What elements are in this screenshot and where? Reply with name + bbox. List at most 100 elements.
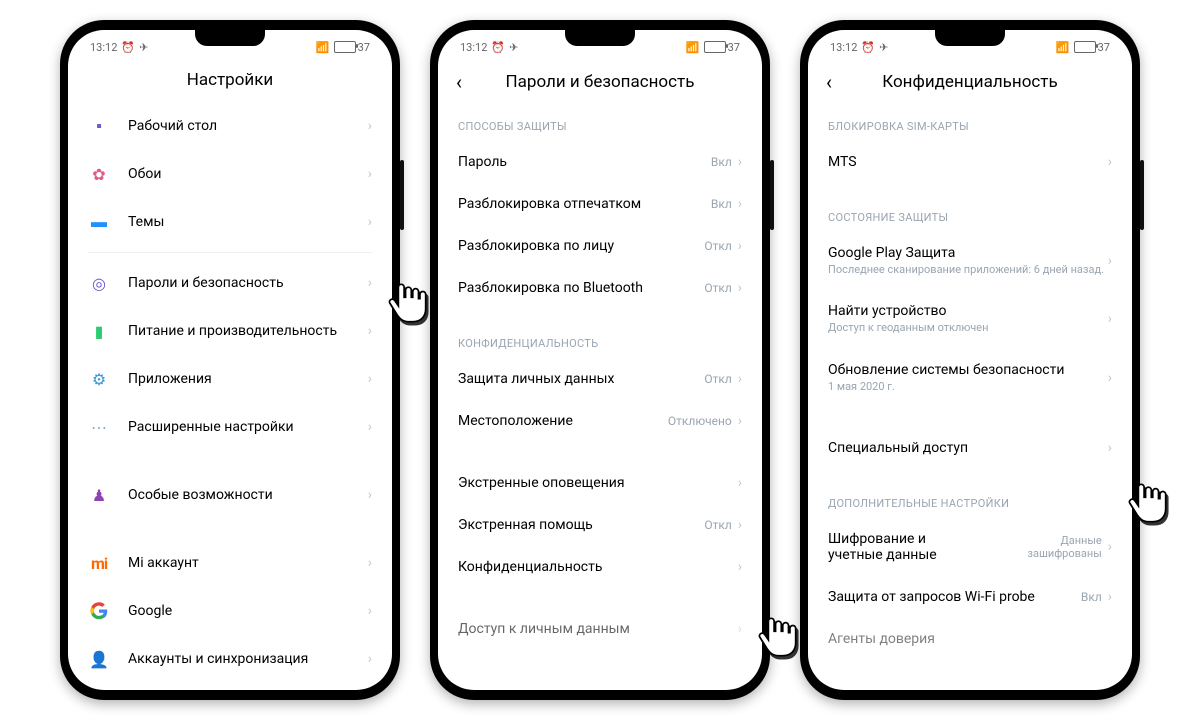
row-label: Конфиденциальность [458, 559, 738, 575]
alarm-icon: ⏰ [121, 41, 135, 54]
row-label: Защита личных данных [458, 371, 704, 387]
row-emergency-help[interactable]: Экстренная помощь Откл › [438, 504, 762, 546]
privacy-list: БЛОКИРОВКА SIM-КАРТЫ MTS › СОСТОЯНИЕ ЗАЩ… [808, 106, 1132, 686]
row-advanced[interactable]: ⋯ Расширенные настройки › [68, 403, 392, 451]
row-special-access[interactable]: Специальный доступ › [808, 427, 1132, 469]
phone-3: 13:12 ⏰ ✈ 📶 37 ‹ Конфиденциальность БЛОК… [800, 20, 1140, 700]
row-emergency-alerts[interactable]: Экстренные оповещения › [438, 462, 762, 504]
row-wallpaper[interactable]: ✿ Обои › [68, 150, 392, 198]
row-value: Вкл [1081, 590, 1102, 604]
row-sync[interactable]: 👤 Аккаунты и синхронизация › [68, 635, 392, 682]
chevron-right-icon: › [738, 475, 742, 491]
chevron-right-icon: › [368, 214, 372, 230]
row-value: зашифрованы [1027, 547, 1101, 560]
page-title: Конфиденциальность [846, 72, 1094, 92]
chevron-right-icon: › [738, 371, 742, 387]
telegram-icon: ✈ [139, 41, 148, 54]
chevron-right-icon: › [368, 603, 372, 619]
row-label: Питание и производительность [128, 323, 368, 339]
row-label: Защита от запросов Wi-Fi probe [828, 589, 1081, 605]
security-list: СПОСОБЫ ЗАЩИТЫ Пароль Вкл › Разблокировк… [438, 106, 762, 686]
section-header: КОНФИДЕНЦИАЛЬНОСТЬ [438, 309, 762, 358]
row-mts[interactable]: MTS › [808, 141, 1132, 183]
chevron-right-icon: › [368, 166, 372, 182]
row-security[interactable]: ◎ Пароли и безопасность › [68, 259, 392, 307]
row-label: Аккаунты и синхронизация [128, 651, 368, 667]
row-label: Google Play Защита [828, 245, 1108, 261]
row-battery[interactable]: ▮ Питание и производительность › [68, 307, 392, 355]
header: ‹ Пароли и безопасность [438, 58, 762, 106]
telegram-icon: ✈ [509, 41, 518, 54]
header: Настройки [68, 58, 392, 102]
dots-icon: ⋯ [88, 416, 110, 438]
row-label: Google [128, 603, 368, 619]
phone-2: 13:12 ⏰ ✈ 📶 37 ‹ Пароли и безопасность С… [430, 20, 770, 700]
row-themes[interactable]: ▬ Темы › [68, 198, 392, 246]
row-label: Пароли и безопасность [128, 275, 368, 291]
back-button[interactable]: ‹ [826, 70, 846, 94]
row-label: Разблокировка по лицу [458, 238, 704, 254]
row-face[interactable]: Разблокировка по лицу Откл › [438, 225, 762, 267]
section-header: СОСТОЯНИЕ ЗАЩИТЫ [808, 183, 1132, 232]
screen-1: 13:12 ⏰ ✈ 📶 37 Настройки ▪ Рабочий стол … [68, 30, 392, 690]
chevron-right-icon: › [738, 238, 742, 254]
row-label: Шифрование и [828, 531, 1027, 547]
row-home[interactable]: ▪ Рабочий стол › [68, 102, 392, 150]
row-google[interactable]: Google › [68, 587, 392, 635]
row-password[interactable]: Пароль Вкл › [438, 141, 762, 183]
section-header: СПОСОБЫ ЗАЩИТЫ [438, 106, 762, 141]
row-security-update[interactable]: Обновление системы безопасности 1 мая 20… [808, 349, 1132, 407]
row-label: Рабочий стол [128, 118, 368, 134]
mi-icon: mi [88, 552, 110, 574]
row-label: Доступ к личным данным [458, 621, 738, 637]
row-find-device[interactable]: Найти устройство Доступ к геоданным откл… [808, 290, 1132, 348]
section-header: БЛОКИРОВКА SIM-КАРТЫ [808, 106, 1132, 141]
status-time: 13:12 [90, 41, 117, 54]
row-label: Разблокировка отпечатком [458, 196, 711, 212]
page-title: Пароли и безопасность [476, 72, 724, 92]
back-button[interactable]: ‹ [456, 70, 476, 94]
row-encryption[interactable]: Шифрование и учетные данные Данные зашиф… [808, 518, 1132, 576]
row-location[interactable]: Местоположение Отключено › [438, 400, 762, 442]
chevron-right-icon: › [368, 651, 372, 667]
chevron-right-icon: › [368, 555, 372, 571]
row-personal-access[interactable]: Доступ к личным данным › [438, 608, 762, 650]
row-wifi-probe[interactable]: Защита от запросов Wi-Fi probe Вкл › [808, 576, 1132, 618]
row-sublabel: Доступ к геоданным отключен [828, 321, 1108, 335]
chevron-right-icon: › [1108, 589, 1112, 605]
row-mi-account[interactable]: mi Mi аккаунт › [68, 539, 392, 587]
status-time: 13:12 [830, 41, 857, 54]
row-personal-data[interactable]: Защита личных данных Откл › [438, 358, 762, 400]
chevron-right-icon: › [1108, 370, 1112, 386]
battery-percent: 37 [358, 41, 370, 54]
battery-percent: 37 [1098, 41, 1110, 54]
row-play-protect[interactable]: Google Play Защита Последнее сканировани… [808, 232, 1132, 290]
row-privacy[interactable]: Конфиденциальность › [438, 546, 762, 588]
row-fingerprint[interactable]: Разблокировка отпечатком Вкл › [438, 183, 762, 225]
screen-2: 13:12 ⏰ ✈ 📶 37 ‹ Пароли и безопасность С… [438, 30, 762, 690]
status-time: 13:12 [460, 41, 487, 54]
row-sublabel: Последнее сканирование приложений: 6 дне… [828, 263, 1108, 277]
alarm-icon: ⏰ [491, 41, 505, 54]
row-apps[interactable]: ⚙ Приложения › [68, 355, 392, 403]
section-header: ДОПОЛНИТЕЛЬНЫЕ НАСТРОЙКИ [808, 469, 1132, 518]
signal-icon: 📶 [686, 41, 700, 54]
chevron-right-icon: › [738, 517, 742, 533]
battery-indicator: 37 [334, 41, 370, 54]
home-icon: ▪ [88, 115, 110, 137]
chevron-right-icon: › [368, 323, 372, 339]
row-value: Откл [704, 518, 731, 532]
chevron-right-icon: › [368, 487, 372, 503]
chevron-right-icon: › [1108, 539, 1112, 555]
shield-icon: ◎ [88, 272, 110, 294]
row-accessibility[interactable]: ♟ Особые возможности › [68, 471, 392, 519]
wallpaper-icon: ✿ [88, 163, 110, 185]
header: ‹ Конфиденциальность [808, 58, 1132, 106]
row-label: Mi аккаунт [128, 555, 368, 571]
chevron-right-icon: › [1108, 311, 1112, 327]
row-bluetooth[interactable]: Разблокировка по Bluetooth Откл › [438, 267, 762, 309]
row-trust-agents[interactable]: Агенты доверия [808, 618, 1132, 660]
chevron-right-icon: › [1108, 154, 1112, 170]
row-sublabel: 1 мая 2020 г. [828, 380, 1108, 394]
chevron-right-icon: › [368, 371, 372, 387]
